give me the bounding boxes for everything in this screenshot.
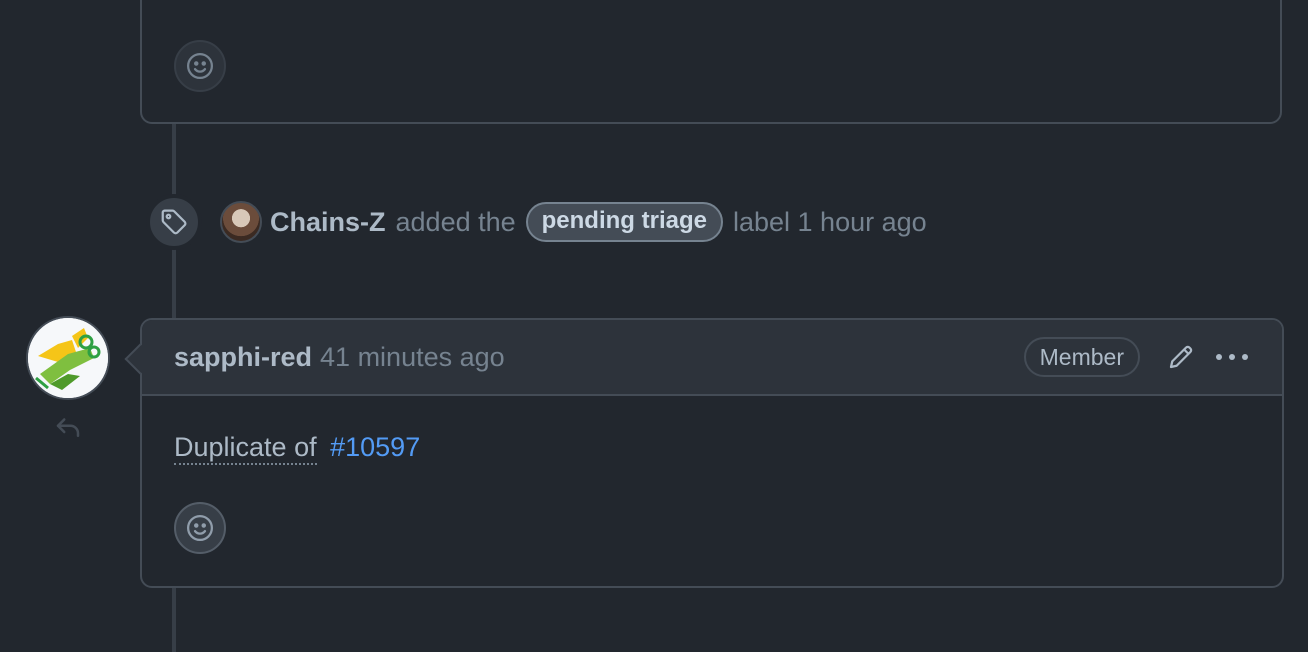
kebab-horizontal-icon[interactable]	[1214, 350, 1250, 364]
duplicate-of-text: Duplicate of	[174, 432, 317, 465]
smiley-icon	[187, 515, 213, 541]
comment-card: sapphi-red 41 minutes ago Member Duplica…	[124, 318, 1284, 588]
add-reaction-button[interactable]	[174, 502, 226, 554]
event-badge	[146, 194, 202, 250]
event-suffix: label 1 hour ago	[732, 206, 927, 237]
avatar[interactable]	[26, 316, 110, 400]
comment-timestamp[interactable]: 41 minutes ago	[320, 342, 505, 373]
event-verb: added the	[395, 206, 516, 237]
label-pending-triage[interactable]: pending triage	[525, 202, 723, 242]
add-reaction-button[interactable]	[174, 40, 226, 92]
event-text: Chains-Z added the pending triage label …	[270, 202, 927, 242]
comment-body: Duplicate of #10597	[142, 396, 1282, 465]
reply-icon[interactable]	[52, 412, 84, 447]
comment-actions: Member	[1023, 337, 1250, 377]
comment-header: sapphi-red 41 minutes ago Member	[142, 320, 1282, 396]
member-badge: Member	[1023, 337, 1140, 377]
event-author-link[interactable]: Chains-Z	[270, 207, 386, 238]
smiley-icon	[187, 53, 213, 79]
comment-author-link[interactable]: sapphi-red	[174, 342, 312, 373]
tag-icon	[161, 209, 187, 235]
label-event: Chains-Z added the pending triage label …	[146, 194, 927, 250]
issue-reference-link[interactable]: #10597	[330, 432, 420, 462]
pencil-icon[interactable]	[1166, 342, 1196, 372]
previous-comment-card	[140, 0, 1282, 124]
issue-timeline: Chains-Z added the pending triage label …	[0, 0, 1308, 652]
avatar[interactable]	[220, 201, 262, 243]
avatar-image	[28, 318, 108, 398]
